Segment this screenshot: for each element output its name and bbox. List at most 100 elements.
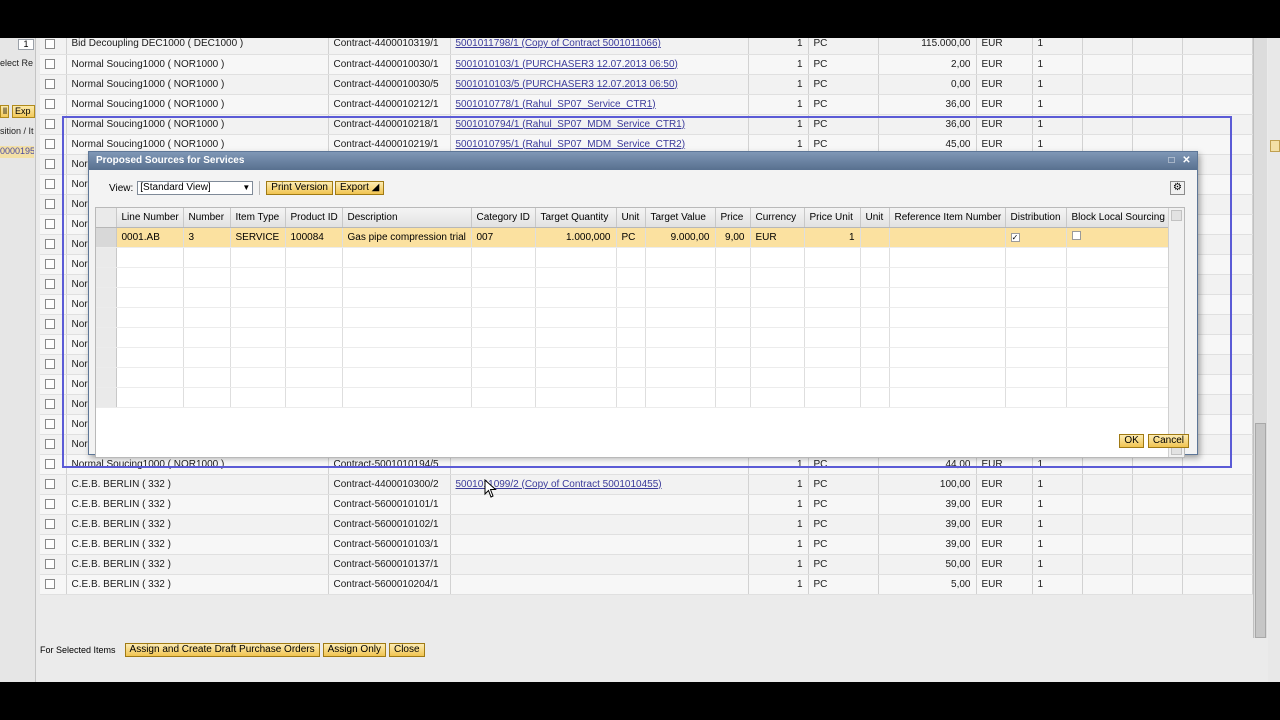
column-header[interactable]: Unit	[616, 208, 646, 228]
column-header[interactable]: Distribution	[1005, 208, 1067, 228]
distribution-checkbox[interactable]: ✓	[1010, 232, 1020, 242]
export-button[interactable]: Export ◢	[334, 181, 385, 195]
column-header[interactable]: Block Local Sourcing	[1066, 208, 1169, 228]
column-header[interactable]: Target Value	[645, 208, 716, 228]
row-checkbox[interactable]	[45, 218, 55, 229]
row-checkbox[interactable]	[45, 478, 55, 489]
row-checkbox[interactable]	[45, 318, 55, 329]
row-checkbox[interactable]	[45, 238, 55, 249]
table-row[interactable]: C.E.B. BERLIN ( 332 ) Contract-5600010103…	[40, 534, 1253, 555]
row-checkbox[interactable]	[45, 538, 55, 549]
left-panel-button[interactable]: ll	[0, 105, 9, 118]
row-select-cell[interactable]	[40, 494, 67, 515]
column-header[interactable]: Currency	[750, 208, 805, 228]
table-row[interactable]: Bid Decoupling DEC1000 ( DEC1000 ) Contra…	[40, 38, 1253, 55]
column-header[interactable]: Line Number	[116, 208, 184, 228]
row-checkbox[interactable]	[45, 178, 55, 189]
contract-link[interactable]: 5001010778/1 (Rahul_SP07_Service_CTR1)	[450, 94, 749, 115]
row-select-cell[interactable]	[40, 54, 67, 75]
table-row[interactable]: C.E.B. BERLIN ( 332 ) Contract-5600010101…	[40, 494, 1253, 515]
row-checkbox[interactable]	[45, 198, 55, 209]
row-checkbox[interactable]	[45, 278, 55, 289]
column-header[interactable]: Reference Item Number	[889, 208, 1006, 228]
table-row[interactable]: Normal Soucing1000 ( NOR1000 ) Contract-4…	[40, 54, 1253, 75]
row-selector[interactable]	[96, 287, 117, 308]
maximize-icon[interactable]: □	[1166, 155, 1177, 166]
left-panel-link[interactable]: 0000195	[0, 146, 34, 158]
row-checkbox[interactable]	[45, 258, 55, 269]
row-selector[interactable]	[96, 227, 117, 248]
row-checkbox[interactable]	[45, 38, 55, 49]
row-checkbox[interactable]	[45, 118, 55, 129]
row-select-cell[interactable]	[40, 554, 67, 575]
print-version-button[interactable]: Print Version	[266, 181, 333, 195]
row-checkbox[interactable]	[45, 378, 55, 389]
row-selector[interactable]	[96, 307, 117, 328]
row-checkbox[interactable]	[45, 518, 55, 529]
cancel-button[interactable]: Cancel	[1147, 434, 1189, 448]
assign-only-button[interactable]: Assign Only	[322, 643, 386, 657]
row-checkbox[interactable]	[45, 438, 55, 449]
page-scrollbar-thumb[interactable]	[1255, 423, 1266, 638]
row-checkbox[interactable]	[45, 418, 55, 429]
contract-link[interactable]	[450, 514, 749, 535]
assign-create-draft-po-button[interactable]: Assign and Create Draft Purchase Orders	[124, 643, 320, 657]
contract-link[interactable]	[450, 534, 749, 555]
row-checkbox[interactable]	[45, 138, 55, 149]
row-checkbox[interactable]	[45, 338, 55, 349]
row-select-cell[interactable]	[40, 514, 67, 535]
row-checkbox[interactable]	[45, 398, 55, 409]
contract-link[interactable]: 5001011798/1 (Copy of Contract 500101106…	[450, 38, 749, 55]
row-selector[interactable]	[96, 387, 117, 408]
row-checkbox[interactable]	[45, 158, 55, 169]
row-selector[interactable]	[96, 327, 117, 348]
contract-link[interactable]: 5001010103/1 (PURCHASER3 12.07.2013 06:5…	[450, 54, 749, 75]
table-row[interactable]: C.E.B. BERLIN ( 332 ) Contract-5600010102…	[40, 514, 1253, 535]
table-row[interactable]: C.E.B. BERLIN ( 332 ) Contract-5600010204…	[40, 574, 1253, 595]
grid-scrollbar[interactable]	[1168, 208, 1184, 457]
column-header[interactable]: Target Quantity	[535, 208, 617, 228]
table-row[interactable]: Normal Soucing1000 ( NOR1000 ) Contract-4…	[40, 74, 1253, 95]
row-checkbox[interactable]	[45, 298, 55, 309]
settings-icon[interactable]: ⚙	[1170, 181, 1185, 195]
table-row[interactable]: 0001.AB 3 SERVICE 100084 Gas pipe compressio…	[96, 227, 1169, 248]
row-select-cell[interactable]	[40, 474, 67, 495]
column-header[interactable]: Product ID	[285, 208, 343, 228]
column-header[interactable]: Description	[342, 208, 472, 228]
row-checkbox[interactable]	[45, 58, 55, 69]
dialog-titlebar[interactable]: Proposed Sources for Services □ ✕	[89, 152, 1197, 170]
table-row[interactable]: C.E.B. BERLIN ( 332 ) Contract-4400010300…	[40, 474, 1253, 495]
row-checkbox[interactable]	[45, 498, 55, 509]
page-scrollbar[interactable]	[1253, 38, 1267, 638]
row-checkbox[interactable]	[45, 98, 55, 109]
row-selector[interactable]	[96, 247, 117, 268]
contract-link[interactable]	[450, 574, 749, 595]
column-header[interactable]: Price Unit	[804, 208, 861, 228]
ok-button[interactable]: OK	[1119, 434, 1144, 448]
scroll-up-icon[interactable]	[1171, 210, 1182, 221]
select-all-column[interactable]	[96, 208, 117, 228]
column-header[interactable]: Price	[715, 208, 751, 228]
column-header[interactable]: Number	[183, 208, 231, 228]
close-button[interactable]: Close	[388, 643, 425, 657]
column-header[interactable]: Unit	[860, 208, 890, 228]
row-checkbox[interactable]	[45, 558, 55, 569]
row-checkbox[interactable]	[45, 78, 55, 89]
row-select-cell[interactable]	[40, 574, 67, 595]
row-checkbox[interactable]	[45, 358, 55, 369]
contract-link[interactable]: 5001010103/5 (PURCHASER3 12.07.2013 06:5…	[450, 74, 749, 95]
view-select[interactable]: [Standard View] ▼	[137, 181, 254, 195]
column-header[interactable]: Item Type	[230, 208, 286, 228]
column-header[interactable]: Category ID	[471, 208, 536, 228]
row-checkbox[interactable]	[45, 578, 55, 589]
block-local-sourcing-checkbox[interactable]	[1071, 231, 1081, 240]
row-selector[interactable]	[96, 347, 117, 368]
row-selector[interactable]	[96, 367, 117, 388]
close-icon[interactable]: ✕	[1181, 155, 1192, 166]
left-panel-export-button[interactable]: Exp	[12, 105, 35, 118]
page-number-field[interactable]: 1	[18, 39, 34, 50]
row-select-cell[interactable]	[40, 94, 67, 115]
table-row[interactable]: C.E.B. BERLIN ( 332 ) Contract-5600010137…	[40, 554, 1253, 575]
row-selector[interactable]	[96, 267, 117, 288]
contract-link[interactable]	[450, 554, 749, 575]
